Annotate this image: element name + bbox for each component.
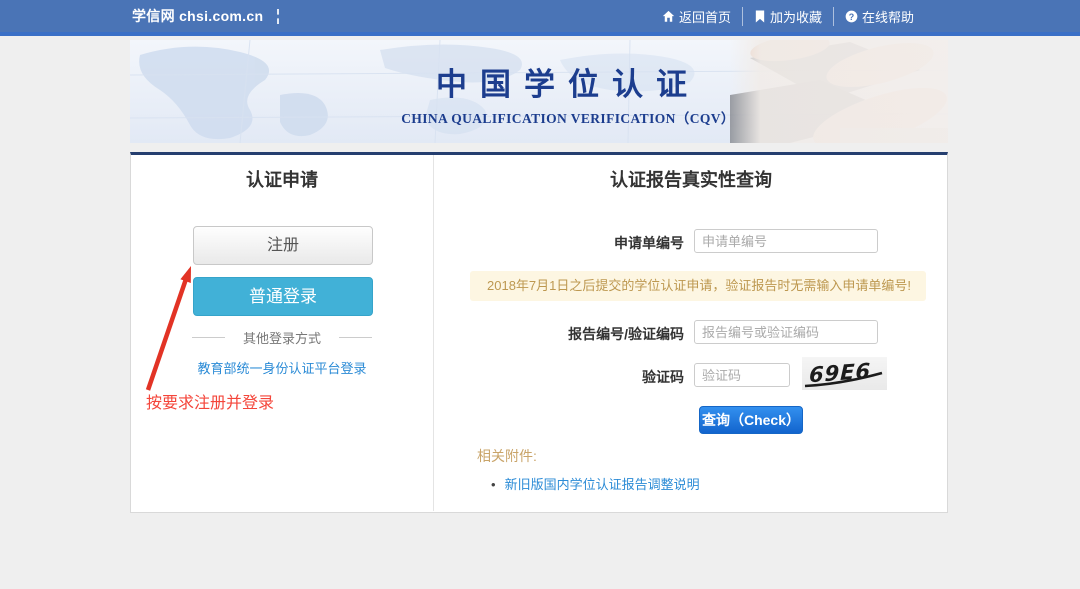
svg-text:?: ? — [849, 11, 854, 21]
captcha-label: 验证码 — [435, 366, 684, 388]
register-button[interactable]: 注册 — [193, 226, 373, 265]
other-login-label: 其他登录方式 — [243, 328, 321, 347]
nav-home-label: 返回首页 — [679, 7, 731, 26]
verify-section: 认证报告真实性查询 申请单编号 2018年7月1日之后提交的学位认证申请，验证报… — [435, 155, 947, 511]
captcha-strike-line — [802, 357, 887, 390]
bookmark-icon — [754, 10, 766, 23]
login-button[interactable]: 普通登录 — [193, 277, 373, 316]
banner: 中国学位认证 CHINA QUALIFICATION VERIFICATION（… — [130, 40, 948, 143]
site-brand[interactable]: 学信网 chsi.com.cn — [132, 6, 263, 26]
application-number-input[interactable] — [694, 229, 878, 253]
captcha-image[interactable]: 69E6 — [802, 357, 887, 390]
nav-bookmark[interactable]: 加为收藏 — [742, 7, 833, 26]
main-panel: 认证申请 注册 普通登录 其他登录方式 教育部统一身份认证平台登录 按要求注册并… — [130, 152, 948, 513]
attachments-label: 相关附件: — [477, 446, 537, 466]
attachment-link[interactable]: 新旧版国内学位认证报告调整说明 — [491, 474, 700, 493]
banner-title-block: 中国学位认证 CHINA QUALIFICATION VERIFICATION（… — [130, 59, 948, 127]
nav-home[interactable]: 返回首页 — [651, 7, 742, 26]
banner-title-cn: 中国学位认证 — [188, 59, 948, 104]
nav-bookmark-label: 加为收藏 — [770, 7, 822, 26]
notice-banner: 2018年7月1日之后提交的学位认证申请，验证报告时无需输入申请单编号! — [470, 271, 926, 301]
apply-section: 认证申请 注册 普通登录 其他登录方式 教育部统一身份认证平台登录 按要求注册并… — [131, 155, 434, 511]
topbar: 学信网 chsi.com.cn 返回首页 加为收藏 ? 在线帮助 — [0, 0, 1080, 36]
check-button[interactable]: 查询（Check） — [699, 406, 803, 434]
report-number-input[interactable] — [694, 320, 878, 344]
report-number-label: 报告编号/验证编码 — [435, 323, 684, 345]
application-number-label: 申请单编号 — [435, 232, 684, 254]
nav-help-label: 在线帮助 — [862, 7, 914, 26]
captcha-input[interactable] — [694, 363, 790, 387]
divider-line-right — [339, 337, 372, 338]
nav-help[interactable]: ? 在线帮助 — [833, 7, 925, 26]
home-icon — [662, 10, 675, 23]
banner-title-en: CHINA QUALIFICATION VERIFICATION（CQV） — [188, 107, 948, 127]
topbar-nav: 返回首页 加为收藏 ? 在线帮助 — [651, 0, 925, 32]
help-icon: ? — [845, 10, 858, 23]
apply-heading: 认证申请 — [131, 166, 433, 192]
brand-separator — [277, 9, 279, 24]
verify-heading: 认证报告真实性查询 — [435, 166, 947, 192]
red-arrow-annotation — [136, 260, 202, 398]
